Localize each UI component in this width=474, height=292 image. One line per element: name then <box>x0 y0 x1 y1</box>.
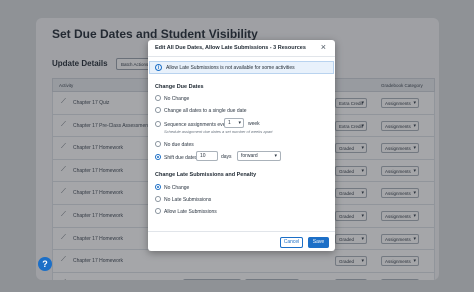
option-label: No Change <box>164 95 190 102</box>
option-label: Shift due dates <box>164 154 198 161</box>
shift-direction-value: forward <box>241 153 258 159</box>
info-icon: i <box>155 64 162 71</box>
shift-direction-select[interactable]: forward ▾ <box>237 151 281 161</box>
info-banner-text: Allow Late Submissions is not available … <box>166 65 295 71</box>
info-banner: i Allow Late Submissions is not availabl… <box>149 61 334 74</box>
modal-title: Edit All Due Dates, Allow Late Submissio… <box>155 45 306 51</box>
chevron-down-icon: ▾ <box>238 120 241 126</box>
radio-button[interactable] <box>155 107 161 113</box>
radio-button[interactable] <box>155 95 161 101</box>
option-label: Change all dates to a single due date <box>164 107 247 114</box>
radio-button[interactable] <box>155 208 161 214</box>
close-icon[interactable]: × <box>321 43 326 52</box>
modal-footer: Cancel Save <box>148 231 335 251</box>
chevron-down-icon: ▾ <box>274 153 277 159</box>
shift-amount-input[interactable]: 10 <box>196 151 218 161</box>
radio-button[interactable] <box>155 121 161 127</box>
option-label: No due dates <box>164 141 194 148</box>
late-section-title: Change Late Submissions and Penalty <box>155 172 257 178</box>
edit-due-dates-modal: Edit All Due Dates, Allow Late Submissio… <box>148 40 335 251</box>
cancel-button[interactable]: Cancel <box>280 237 303 248</box>
sequence-unit: week <box>248 121 260 127</box>
sequence-count-select[interactable]: 1 ▾ <box>224 118 244 128</box>
help-button[interactable]: ? <box>38 257 52 271</box>
option-label: Allow Late Submissions <box>164 208 217 215</box>
save-button[interactable]: Save <box>308 237 329 248</box>
sequence-hint: Schedule assignment due dates a set numb… <box>164 129 273 134</box>
option-label: No Change <box>164 184 190 191</box>
radio-button[interactable] <box>155 196 161 202</box>
radio-button-selected[interactable] <box>155 184 161 190</box>
radio-button[interactable] <box>155 141 161 147</box>
radio-button-selected[interactable] <box>155 154 161 160</box>
shift-unit: days <box>221 154 232 160</box>
due-dates-section-title: Change Due Dates <box>155 84 204 90</box>
modal-header: Edit All Due Dates, Allow Late Submissio… <box>148 40 335 57</box>
sequence-count-value: 1 <box>228 120 231 126</box>
option-label: Sequence assignments every <box>164 121 230 128</box>
option-label: No Late Submissions <box>164 196 212 203</box>
